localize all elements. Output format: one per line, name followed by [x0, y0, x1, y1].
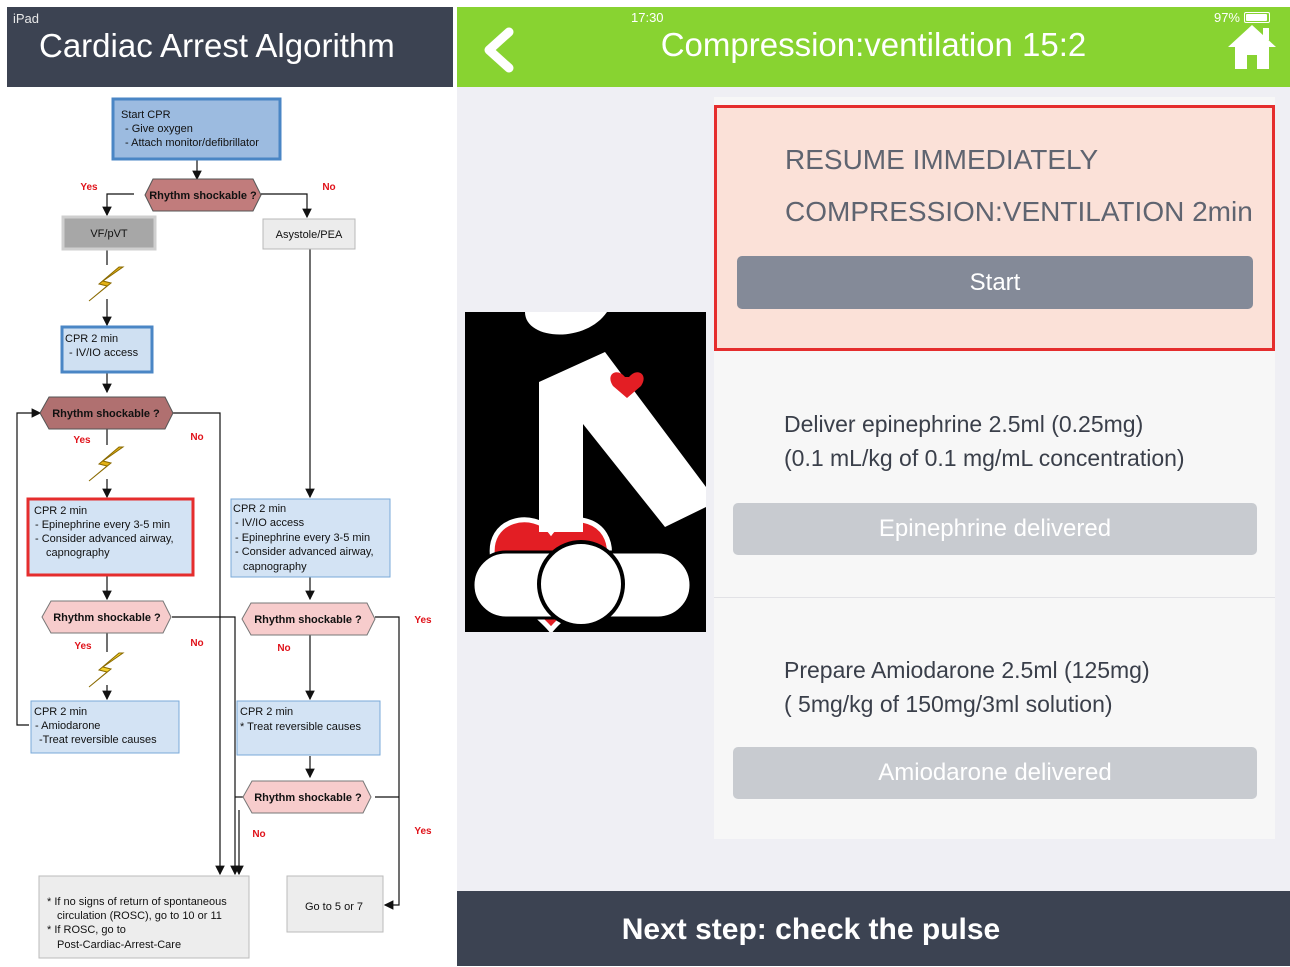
next-step-label: Next step: check the pulse	[621, 913, 1001, 946]
lightning-icon	[88, 266, 125, 302]
resume-line-1: RESUME IMMEDIATELY	[785, 144, 1099, 175]
no-label: No	[252, 829, 265, 840]
cpr-mascot-image	[465, 312, 706, 632]
amiodarone-line-1: Prepare Amiodarone 2.5ml (125mg)	[784, 657, 1150, 683]
device-label: iPad	[13, 11, 40, 26]
cpr-item: - Consider advanced airway,	[35, 533, 174, 545]
no-label: No	[190, 432, 203, 443]
home-icon	[1228, 25, 1276, 69]
no-label: No	[277, 643, 290, 654]
cpr-item: - Epinephrine every 3-5 min	[235, 532, 370, 544]
screen-title: Compression:ventilation 15:2	[660, 26, 1087, 63]
amiodarone-line-2: ( 5mg/kg of 150mg/3ml solution)	[784, 691, 1113, 717]
no-label: No	[190, 638, 203, 649]
yes-label: Yes	[73, 435, 91, 446]
cpr-item: - Amiodarone	[35, 720, 100, 732]
cpr-item: capnography	[243, 561, 307, 573]
epinephrine-line-2: (0.1 mL/kg of 0.1 mg/mL concentration)	[784, 445, 1185, 471]
cpr-item: - Epinephrine every 3-5 min	[35, 519, 170, 531]
rhythm-question: Rhythm shockable ?	[149, 190, 257, 202]
rhythm-question: Rhythm shockable ?	[254, 614, 362, 626]
divider	[714, 597, 1275, 598]
resume-compressions-card: RESUME IMMEDIATELY COMPRESSION:VENTILATI…	[714, 105, 1275, 351]
lightning-icon	[88, 652, 125, 688]
yes-label: Yes	[80, 182, 98, 193]
asystole-label: Asystole/PEA	[276, 229, 343, 241]
yes-label: Yes	[74, 641, 92, 652]
battery-icon	[1244, 12, 1270, 23]
epinephrine-line-1: Deliver epinephrine 2.5ml (0.25mg)	[784, 411, 1144, 437]
algorithm-title: Cardiac Arrest Algorithm	[39, 27, 395, 64]
amiodarone-delivered-button[interactable]: Amiodarone delivered	[733, 747, 1257, 799]
cpr-item: -Treat reversible causes	[39, 734, 157, 746]
yes-label: Yes	[414, 615, 432, 626]
cpr-item: - IV/IO access	[69, 347, 139, 359]
no-label: No	[322, 182, 335, 193]
amiodarone-instruction: Prepare Amiodarone 2.5ml (125mg) ( 5mg/k…	[784, 653, 1150, 721]
cpr-title: CPR 2 min	[34, 706, 87, 718]
app-screen: 17:30 97% Compression:ventilation 15:2 R…	[457, 7, 1290, 966]
start-item: - Attach monitor/defibrillator	[125, 137, 259, 149]
lightning-icon	[88, 446, 125, 482]
rhythm-question: Rhythm shockable ?	[53, 612, 161, 624]
vf-label: VF/pVT	[90, 228, 128, 240]
next-step-bar[interactable]: Next step: check the pulse	[457, 891, 1290, 966]
rhythm-question: Rhythm shockable ?	[254, 792, 362, 804]
final-note-line: Post-Cardiac-Arrest-Care	[57, 939, 181, 951]
rhythm-question: Rhythm shockable ?	[52, 408, 160, 420]
cpr-title: CPR 2 min	[34, 505, 87, 517]
status-time: 17:30	[631, 10, 664, 25]
final-note-line: * If no signs of return of spontaneous	[47, 896, 227, 908]
cpr-title: CPR 2 min	[240, 706, 293, 718]
cpr-item: capnography	[46, 547, 110, 559]
algorithm-pane: iPad Cardiac Arrest Algorithm Start CPR …	[7, 7, 453, 962]
home-button[interactable]	[1226, 23, 1278, 71]
final-note-line: * If ROSC, go to	[47, 924, 126, 936]
goto-label: Go to 5 or 7	[305, 901, 363, 913]
navigation-bar: 17:30 97% Compression:ventilation 15:2	[457, 7, 1290, 87]
cardiac-arrest-flowchart: Start CPR - Give oxygen - Attach monitor…	[16, 97, 432, 959]
final-note-line: circulation (ROSC), go to 10 or 11	[57, 910, 222, 922]
yes-label: Yes	[414, 826, 432, 837]
start-button[interactable]: Start	[737, 256, 1253, 309]
cpr-title: CPR 2 min	[233, 503, 286, 515]
epinephrine-instruction: Deliver epinephrine 2.5ml (0.25mg) (0.1 …	[784, 407, 1185, 475]
cpr-item: - Consider advanced airway,	[235, 546, 374, 558]
left-header: iPad Cardiac Arrest Algorithm	[7, 7, 453, 87]
cpr-item: * Treat reversible causes	[240, 721, 362, 733]
start-cpr-title: Start CPR	[121, 109, 171, 121]
cpr-title: CPR 2 min	[65, 333, 118, 345]
start-item: - Give oxygen	[125, 123, 193, 135]
epinephrine-delivered-button[interactable]: Epinephrine delivered	[733, 503, 1257, 555]
cpr-item: - IV/IO access	[235, 517, 305, 529]
resume-line-2: COMPRESSION:VENTILATION 2min	[785, 196, 1253, 227]
